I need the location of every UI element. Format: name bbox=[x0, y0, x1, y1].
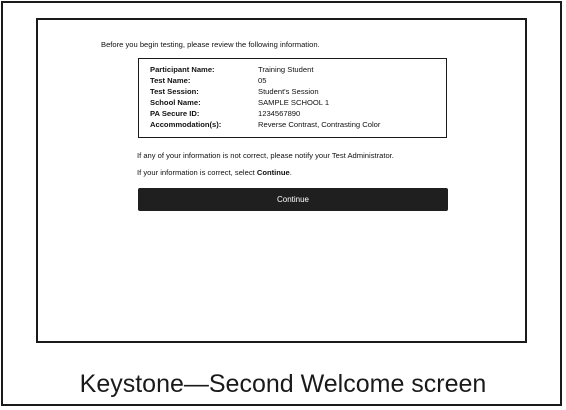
info-value: 05 bbox=[258, 76, 267, 85]
figure-caption: Keystone—Second Welcome screen bbox=[79, 370, 487, 398]
select-prefix: If your information is correct, select bbox=[137, 168, 257, 177]
info-value: Reverse Contrast, Contrasting Color bbox=[258, 120, 381, 129]
info-label: Participant Name: bbox=[150, 65, 215, 74]
notify-administrator-text: If any of your information is not correc… bbox=[137, 151, 394, 160]
participant-info-box: Participant Name: Training Student Test … bbox=[138, 58, 447, 138]
info-value: 1234567890 bbox=[258, 109, 301, 118]
info-label: Test Name: bbox=[150, 76, 191, 85]
select-suffix: . bbox=[289, 168, 292, 177]
intro-instruction: Before you begin testing, please review … bbox=[101, 40, 320, 49]
info-value: SAMPLE SCHOOL 1 bbox=[258, 98, 330, 107]
select-continue-text: If your information is correct, select C… bbox=[137, 168, 292, 177]
info-label: Accommodation(s): bbox=[150, 120, 222, 129]
info-label: PA Secure ID: bbox=[150, 109, 200, 118]
continue-button[interactable]: Continue bbox=[138, 188, 448, 211]
info-value: Training Student bbox=[258, 65, 314, 74]
info-value: Student's Session bbox=[258, 87, 319, 96]
info-label: Test Session: bbox=[150, 87, 199, 96]
info-label: School Name: bbox=[150, 98, 201, 107]
select-continue-emphasis: Continue bbox=[256, 168, 290, 177]
continue-button-label: Continue bbox=[276, 195, 310, 204]
